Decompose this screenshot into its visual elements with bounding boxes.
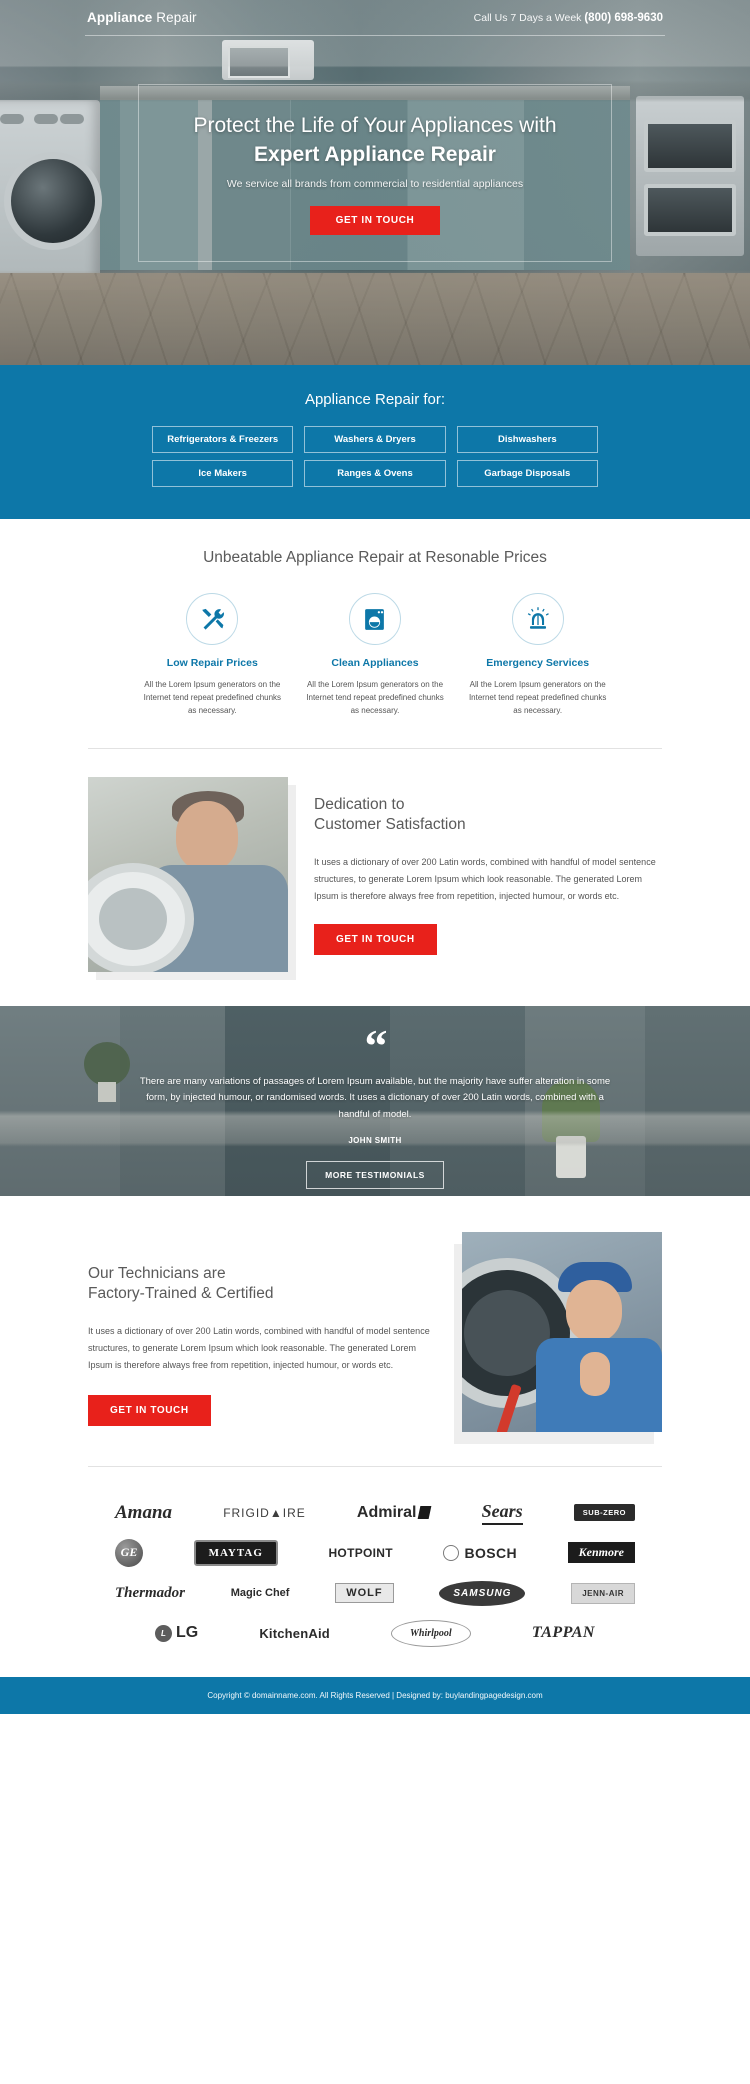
frigidaire-logo: FRIGID▲IRE: [223, 1505, 306, 1520]
feature-body: All the Lorem Ipsum generators on the In…: [468, 680, 607, 716]
tappan-logo: TAPPAN: [531, 1624, 595, 1642]
footer-copyright: Copyright © domainname.com. All Rights R…: [207, 1690, 543, 1700]
tiled-floor-shape: [0, 273, 750, 365]
jenn-air-logo: JENN-AIR: [571, 1582, 635, 1604]
feature-title: Low Repair Prices: [166, 657, 258, 669]
hero-get-in-touch-button[interactable]: GET IN TOUCH: [309, 205, 441, 235]
washing-machine-shape: [0, 100, 102, 290]
technicians-get-in-touch-button[interactable]: GET IN TOUCH: [88, 1395, 211, 1427]
brand-row: Thermador Magic Chef WOLF SAMSUNG JENN-A…: [115, 1580, 635, 1606]
kenmore-logo: Kenmore: [567, 1542, 635, 1564]
lg-logo: L LG: [155, 1624, 198, 1642]
whirlpool-logo: Whirlpool: [391, 1619, 471, 1647]
logo-light-text: Repair: [152, 10, 197, 25]
sears-logo: Sears: [481, 1501, 523, 1525]
header-phone[interactable]: Call Us 7 Days a Week (800) 698-9630: [474, 12, 663, 24]
dedication-section: Dedication to Customer Satisfaction It u…: [0, 749, 750, 980]
hero-headline: Protect the Life of Your Appliances with…: [159, 113, 591, 169]
siren-icon: [511, 593, 564, 645]
hero-headline-line2: Expert Appliance Repair: [254, 142, 496, 166]
hero-content-frame: Protect the Life of Your Appliances with…: [138, 84, 612, 262]
washing-machine-icon: [348, 593, 401, 645]
ge-logo: GE: [115, 1538, 143, 1567]
features-title: Unbeatable Appliance Repair at Resonable…: [203, 549, 547, 566]
brand-row: Amana FRIGID▲IRE Admiral Sears SUB-ZERO: [115, 1501, 635, 1525]
magic-chef-logo: Magic Chef: [230, 1587, 290, 1600]
service-button-ranges-ovens[interactable]: Ranges & Ovens: [304, 460, 446, 487]
dedication-title-line1: Dedication to: [314, 795, 405, 813]
admiral-logo: Admiral: [357, 1504, 432, 1522]
top-bar: Appliance Repair Call Us 7 Days a Week (…: [85, 0, 665, 36]
brand-row: GE MAYTAG HOTPOINT BOSCH Kenmore: [115, 1538, 635, 1567]
sub-zero-logo: SUB-ZERO: [573, 1504, 635, 1522]
microwave-shape: [222, 40, 314, 80]
bosch-logo: BOSCH: [443, 1544, 517, 1561]
hero-headline-line1: Protect the Life of Your Appliances with: [193, 114, 557, 137]
feature-item-low-repair-prices: Low Repair Prices All the Lorem Ipsum ge…: [140, 593, 285, 718]
services-title: Appliance Repair for:: [304, 391, 446, 408]
service-button-dishwashers[interactable]: Dishwashers: [456, 426, 598, 453]
feature-title: Emergency Services: [486, 657, 590, 669]
hero-subheadline: We service all brands from commercial to…: [226, 177, 524, 190]
service-button-washers-dryers[interactable]: Washers & Dryers: [304, 426, 446, 453]
testimonial-quote: There are many variations of passages of…: [139, 1075, 611, 1120]
landing-page: Appliance Repair Call Us 7 Days a Week (…: [0, 0, 750, 1714]
section-divider: [88, 1465, 662, 1467]
dedication-get-in-touch-button[interactable]: GET IN TOUCH: [314, 924, 437, 956]
wolf-logo: WOLF: [335, 1583, 394, 1604]
amana-logo: Amana: [115, 1501, 173, 1523]
thermador-logo: Thermador: [115, 1584, 186, 1601]
dedication-title: Dedication to Customer Satisfaction: [314, 795, 662, 837]
hero-section: Appliance Repair Call Us 7 Days a Week (…: [0, 0, 750, 365]
features-grid: Low Repair Prices All the Lorem Ipsum ge…: [140, 593, 610, 718]
feature-body: All the Lorem Ipsum generators on the In…: [143, 680, 282, 716]
dedication-photo: [88, 776, 288, 972]
feature-item-clean-appliances: Clean Appliances All the Lorem Ipsum gen…: [303, 593, 448, 718]
feature-title: Clean Appliances: [331, 657, 419, 669]
testimonial-section: “ There are many variations of passages …: [0, 1005, 750, 1196]
brand-row: L LG KitchenAid Whirlpool TAPPAN: [155, 1619, 595, 1647]
dedication-title-line2: Customer Satisfaction: [314, 816, 466, 834]
technicians-body: It uses a dictionary of over 200 Latin w…: [88, 1326, 430, 1370]
kitchenaid-logo: KitchenAid: [259, 1625, 330, 1641]
services-section: Appliance Repair for: Refrigerators & Fr…: [0, 365, 750, 519]
brands-section: Amana FRIGID▲IRE Admiral Sears SUB-ZERO …: [0, 1432, 750, 1677]
service-button-ice-makers[interactable]: Ice Makers: [152, 460, 294, 487]
phone-prefix-text: Call Us 7 Days a Week: [473, 11, 585, 24]
site-logo[interactable]: Appliance Repair: [87, 10, 197, 25]
dedication-body: It uses a dictionary of over 200 Latin w…: [314, 857, 656, 901]
technicians-section: Our Technicians are Factory-Trained & Ce…: [0, 1196, 750, 1444]
technicians-title: Our Technicians are Factory-Trained & Ce…: [88, 1264, 436, 1306]
feature-item-emergency-services: Emergency Services All the Lorem Ipsum g…: [465, 593, 610, 718]
phone-number-text: (800) 698-9630: [584, 11, 663, 24]
page-footer: Copyright © domainname.com. All Rights R…: [0, 1676, 750, 1714]
tools-icon: [186, 593, 239, 645]
quote-icon: “: [364, 1019, 388, 1071]
more-testimonials-button[interactable]: MORE TESTIMONIALS: [306, 1160, 444, 1189]
service-button-refrigerators-freezers[interactable]: Refrigerators & Freezers: [152, 426, 294, 453]
technician-photo: [462, 1231, 662, 1432]
oven-shape: [636, 96, 744, 256]
technicians-title-line1: Our Technicians are: [88, 1264, 226, 1282]
services-grid: Refrigerators & Freezers Washers & Dryer…: [152, 426, 598, 487]
feature-body: All the Lorem Ipsum generators on the In…: [306, 680, 444, 716]
technicians-title-line2: Factory-Trained & Certified: [88, 1285, 274, 1303]
logo-bold-text: Appliance: [87, 10, 153, 25]
hotpoint-logo: HOTPOINT: [328, 1545, 393, 1560]
features-section: Unbeatable Appliance Repair at Resonable…: [0, 519, 750, 749]
samsung-logo: SAMSUNG: [439, 1580, 526, 1606]
service-button-garbage-disposals[interactable]: Garbage Disposals: [456, 460, 598, 487]
maytag-logo: MAYTAG: [193, 1539, 278, 1566]
brand-logo-grid: Amana FRIGID▲IRE Admiral Sears SUB-ZERO …: [115, 1501, 635, 1647]
testimonial-author: JOHN SMITH: [348, 1135, 402, 1145]
